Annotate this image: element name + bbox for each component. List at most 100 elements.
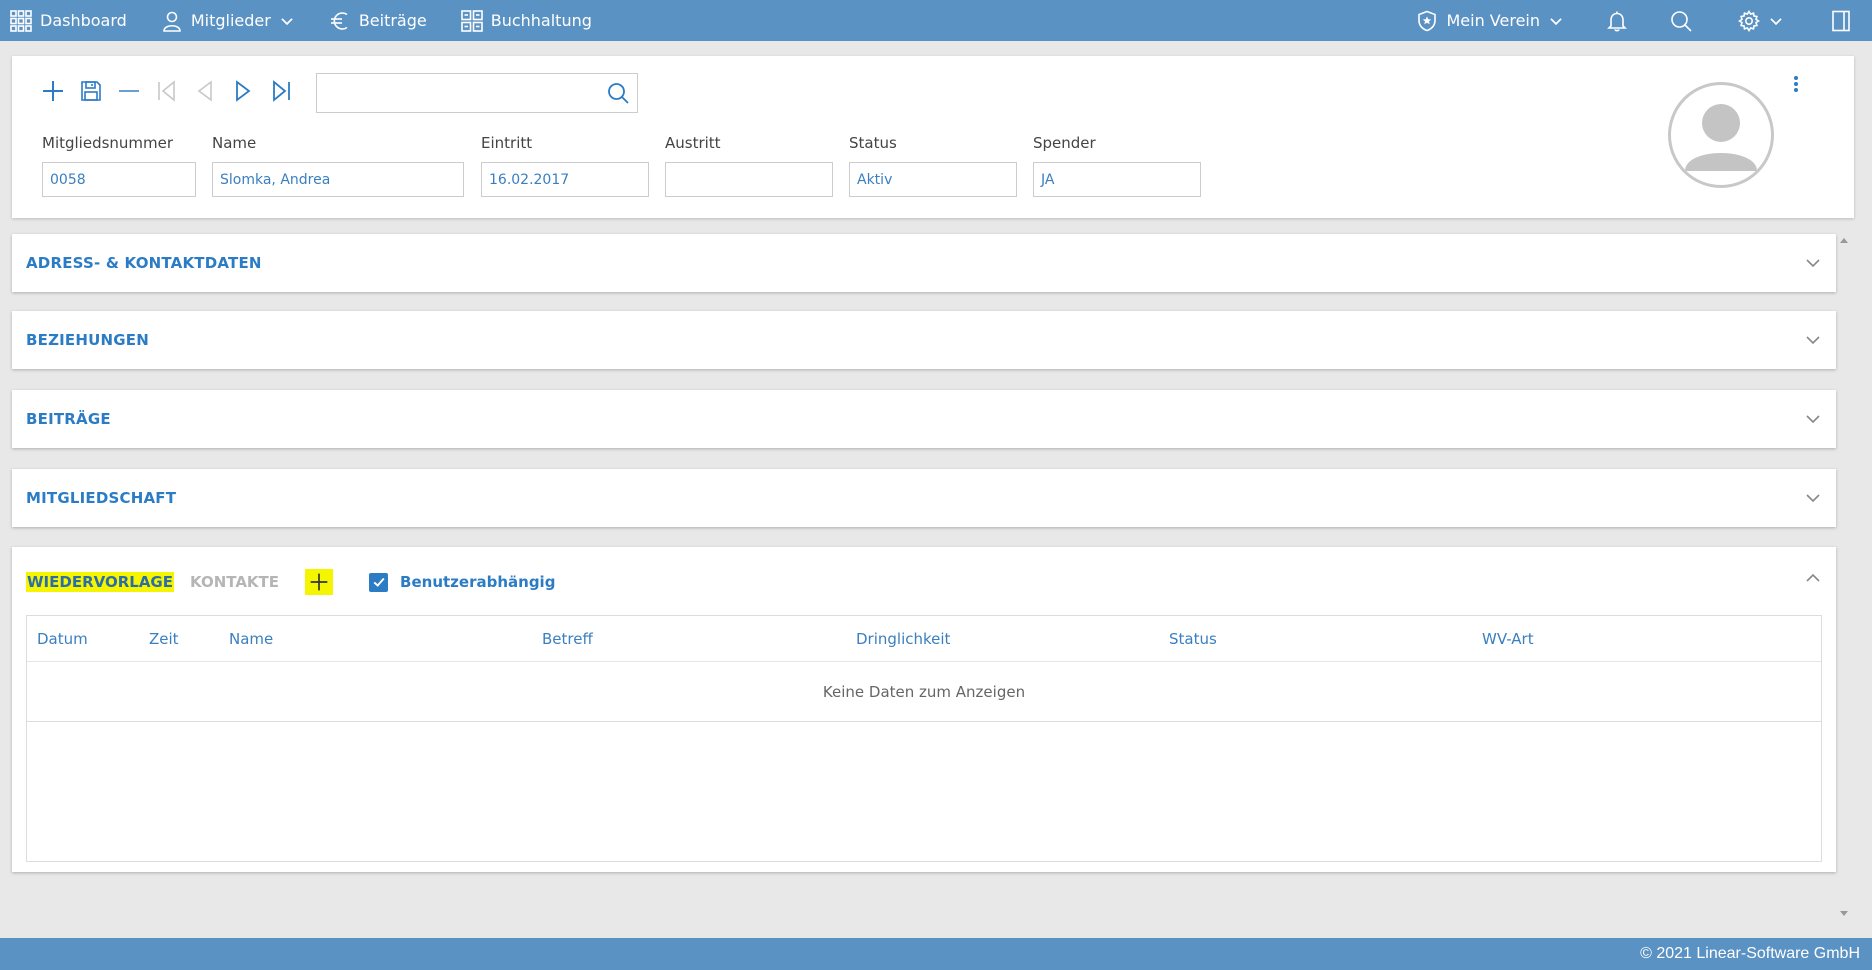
- plus-icon: [310, 573, 328, 591]
- tab-wiedervorlage[interactable]: WIEDERVORLAGE: [26, 572, 174, 592]
- nav-dashboard[interactable]: Dashboard: [2, 0, 135, 41]
- record-toolbar: [40, 78, 294, 104]
- person-icon: [163, 11, 181, 32]
- field-name: Name Slomka, Andrea: [212, 134, 464, 197]
- add-wiedervorlage-button[interactable]: [305, 569, 334, 595]
- field-label: Name: [212, 134, 257, 152]
- avatar[interactable]: [1668, 82, 1774, 188]
- page-scrollbar[interactable]: [1838, 234, 1850, 920]
- user-silhouette-icon: [1685, 104, 1757, 171]
- section-title: ADRESS- & KONTAKTDATEN: [26, 254, 262, 272]
- settings-button[interactable]: [1730, 0, 1792, 41]
- search-icon[interactable]: [607, 82, 629, 108]
- section-title: MITGLIEDSCHAFT: [26, 489, 177, 507]
- footer: © 2021 Linear-Software GmbH: [0, 938, 1872, 970]
- gear-icon: [1738, 9, 1760, 32]
- column-header-betreff[interactable]: Betreff: [542, 630, 593, 648]
- field-label: Status: [849, 134, 897, 152]
- member-header-card: Mitgliedsnummer 0058 Name Slomka, Andrea…: [12, 56, 1854, 218]
- field-spender: Spender JA: [1033, 134, 1201, 197]
- chevron-down-icon: [1804, 254, 1822, 272]
- eintritt-input[interactable]: 16.02.2017: [481, 162, 649, 197]
- dot: [1794, 82, 1798, 86]
- field-austritt: Austritt: [665, 134, 833, 197]
- scroll-down-arrow-icon[interactable]: [1840, 911, 1848, 916]
- grid-icon: [10, 9, 32, 32]
- field-eintritt: Eintritt 16.02.2017: [481, 134, 649, 197]
- nav-mitglieder-label: Mitglieder: [190, 11, 271, 30]
- minus-icon: [119, 90, 139, 92]
- field-label: Eintritt: [481, 134, 533, 152]
- nav-dashboard-label: Dashboard: [40, 11, 127, 30]
- add-record-button[interactable]: [40, 78, 66, 104]
- tab-kontakte[interactable]: KONTAKTE: [190, 573, 279, 591]
- save-button[interactable]: [78, 78, 104, 104]
- checkbox-checked-icon: [369, 572, 389, 592]
- bell-icon: [1607, 11, 1627, 31]
- spender-input[interactable]: JA: [1033, 162, 1201, 197]
- euro-icon: [330, 11, 348, 30]
- first-page-icon: [158, 80, 175, 102]
- save-icon: [81, 81, 101, 101]
- section-adress-kontakt[interactable]: ADRESS- & KONTAKTDATEN: [12, 234, 1836, 292]
- field-label: Spender: [1033, 134, 1096, 152]
- mitgliedsnummer-input[interactable]: 0058: [42, 162, 196, 197]
- field-status: Status Aktiv: [849, 134, 1017, 197]
- grid-empty-message: Keine Daten zum Anzeigen: [27, 662, 1821, 722]
- column-header-zeit[interactable]: Zeit: [149, 630, 179, 648]
- last-page-icon: [273, 80, 290, 102]
- search-icon: [1671, 10, 1692, 32]
- field-mitgliedsnummer: Mitgliedsnummer 0058: [42, 134, 196, 197]
- chevron-up-icon[interactable]: [1804, 569, 1822, 587]
- section-beziehungen[interactable]: BEZIEHUNGEN: [12, 311, 1836, 369]
- nav-mein-verein[interactable]: Mein Verein: [1408, 0, 1572, 41]
- field-label: Austritt: [665, 134, 721, 152]
- first-record-button[interactable]: [154, 78, 180, 104]
- nav-beitraege[interactable]: Beiträge: [321, 0, 435, 41]
- previous-record-button[interactable]: [192, 78, 218, 104]
- nav-mitglieder[interactable]: Mitglieder: [153, 0, 303, 41]
- chevron-down-icon: [1804, 331, 1822, 349]
- benutzerabhaengig-checkbox[interactable]: Benutzerabhängig: [369, 572, 555, 592]
- column-header-wv-art[interactable]: WV-Art: [1482, 630, 1534, 648]
- last-record-button[interactable]: [268, 78, 294, 104]
- dot: [1794, 76, 1798, 80]
- next-icon: [236, 80, 251, 102]
- notifications-button[interactable]: [1598, 0, 1636, 41]
- column-header-dringlichkeit[interactable]: Dringlichkeit: [856, 630, 950, 648]
- section-wiedervorlage: WIEDERVORLAGE KONTAKTE Benutzerabhängig …: [12, 547, 1836, 872]
- sidebar-toggle-button[interactable]: [1822, 0, 1860, 41]
- section-title: BEZIEHUNGEN: [26, 331, 149, 349]
- chevron-down-icon: [1550, 17, 1562, 25]
- field-label: Mitgliedsnummer: [42, 134, 174, 152]
- chevron-down-icon: [1770, 17, 1782, 25]
- more-options-button[interactable]: [1790, 74, 1802, 94]
- section-beitraege[interactable]: BEITRÄGE: [12, 390, 1836, 448]
- column-header-status[interactable]: Status: [1169, 630, 1217, 648]
- top-navbar: Dashboard Mitglieder Beiträge Buchhaltun…: [0, 0, 1872, 41]
- previous-icon: [197, 80, 212, 102]
- status-input[interactable]: Aktiv: [849, 162, 1017, 197]
- section-mitgliedschaft[interactable]: MITGLIEDSCHAFT: [12, 469, 1836, 527]
- section-title: BEITRÄGE: [26, 410, 111, 428]
- ledger-grid-icon: [460, 9, 483, 32]
- austritt-input[interactable]: [665, 162, 833, 197]
- nav-verein-label: Mein Verein: [1446, 11, 1540, 30]
- search-button[interactable]: [1662, 0, 1700, 41]
- nav-buchhaltung-label: Buchhaltung: [490, 11, 592, 30]
- delete-record-button[interactable]: [116, 78, 142, 104]
- column-header-name[interactable]: Name: [229, 630, 273, 648]
- name-input[interactable]: Slomka, Andrea: [212, 162, 464, 197]
- plus-icon: [43, 81, 63, 101]
- dot: [1794, 88, 1798, 92]
- copyright-text: © 2021 Linear-Software GmbH: [1640, 945, 1860, 962]
- chevron-down-icon: [1804, 410, 1822, 428]
- next-record-button[interactable]: [230, 78, 256, 104]
- record-search-box: [316, 73, 638, 113]
- column-header-datum[interactable]: Datum: [37, 630, 88, 648]
- nav-buchhaltung[interactable]: Buchhaltung: [453, 0, 600, 41]
- shield-star-icon: [1418, 10, 1437, 31]
- record-search-input[interactable]: [317, 74, 587, 112]
- chevron-down-icon: [281, 17, 293, 25]
- scroll-up-arrow-icon[interactable]: [1840, 238, 1848, 243]
